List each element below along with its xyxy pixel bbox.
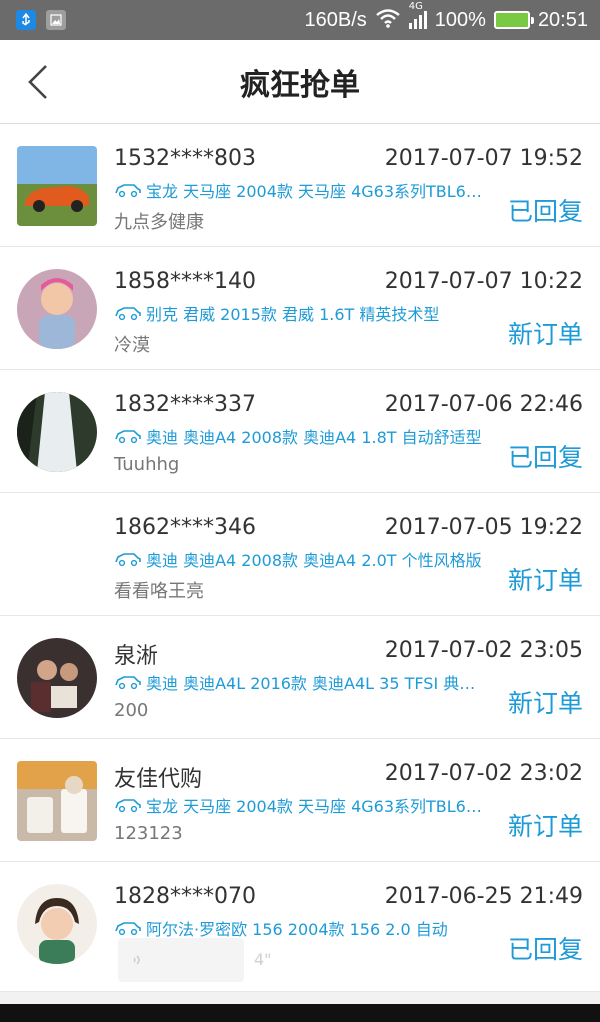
network-type: 4G xyxy=(408,1,423,12)
order-status: 新订单 xyxy=(507,812,583,841)
customer-name: 1532****803 xyxy=(114,146,256,171)
girl-avatar xyxy=(17,884,97,964)
car-icon xyxy=(115,307,141,321)
order-row[interactable]: 1862****346 2017-07-05 19:22 奥迪 奥迪A4 200… xyxy=(0,493,600,616)
voice-duration: 4" xyxy=(254,950,272,969)
waterfall-avatar xyxy=(17,392,97,472)
customer-name: 1828****070 xyxy=(114,884,256,909)
order-note: Tuuhhg xyxy=(114,454,180,475)
net-speed: 160B/s xyxy=(304,8,367,31)
order-row[interactable]: 1532****803 2017-07-07 19:52 宝龙 天马座 2004… xyxy=(0,124,600,247)
car-model: 宝龙 天马座 2004款 天马座 4G63系列TBL65... xyxy=(146,797,484,816)
customer-name: 友佳代购 xyxy=(114,767,203,792)
customer-name: 泉淅 xyxy=(114,644,159,669)
battery-icon xyxy=(493,11,534,29)
app-header: 疯狂抢单 xyxy=(0,40,600,124)
image-notification-icon xyxy=(46,10,66,30)
order-time: 2017-07-07 19:52 xyxy=(384,146,583,171)
voice-icon xyxy=(133,955,140,965)
order-status: 已回复 xyxy=(507,935,583,964)
order-status: 新订单 xyxy=(507,320,583,349)
car-model: 奥迪 奥迪A4 2008款 奥迪A4 2.0T 个性风格版 xyxy=(146,551,482,570)
order-time: 2017-07-07 10:22 xyxy=(384,269,583,294)
customer-name: 1858****140 xyxy=(114,269,256,294)
child-avatar xyxy=(17,269,97,349)
order-list: 1532****803 2017-07-07 19:52 宝龙 天马座 2004… xyxy=(0,124,600,992)
order-note: 123123 xyxy=(114,823,183,844)
coffee-photo xyxy=(17,761,97,841)
order-time: 2017-07-05 19:22 xyxy=(384,515,583,540)
order-time: 2017-07-02 23:02 xyxy=(384,761,583,786)
car-model: 阿尔法·罗密欧 156 2004款 156 2.0 自动 xyxy=(146,920,448,939)
order-row[interactable]: 1828****070 2017-06-25 21:49 阿尔法·罗密欧 156… xyxy=(0,862,600,992)
order-time: 2017-06-25 21:49 xyxy=(384,884,583,909)
car-icon xyxy=(115,799,141,813)
order-note: 200 xyxy=(114,700,149,721)
family-avatar xyxy=(17,638,97,718)
clock: 20:51 xyxy=(537,8,588,31)
car-icon xyxy=(115,676,141,690)
back-button[interactable] xyxy=(18,62,58,102)
car-model-line: 奥迪 奥迪A4L 2016款 奥迪A4L 35 TFSI 典藏... xyxy=(114,670,484,694)
car-model: 奥迪 奥迪A4 2008款 奥迪A4 1.8T 自动舒适型 xyxy=(146,428,482,447)
order-row[interactable]: 泉淅 2017-07-02 23:05 奥迪 奥迪A4L 2016款 奥迪A4L… xyxy=(0,616,600,739)
chevron-left-icon xyxy=(28,65,47,99)
car-model-line: 别克 君威 2015款 君威 1.6T 精英技术型 xyxy=(114,301,484,325)
order-row[interactable]: 友佳代购 2017-07-02 23:02 宝龙 天马座 2004款 天马座 4… xyxy=(0,739,600,862)
status-bar: 160B/s 4G 100% 20:51 xyxy=(0,0,600,40)
car-model-line: 奥迪 奥迪A4 2008款 奥迪A4 2.0T 个性风格版 xyxy=(114,547,484,571)
order-note: 九点多健康 xyxy=(114,212,204,233)
page-title: 疯狂抢单 xyxy=(240,67,360,103)
voice-message-button[interactable] xyxy=(118,938,244,982)
order-status: 新订单 xyxy=(507,566,583,595)
car-icon xyxy=(115,184,141,198)
battery-percentage: 100% xyxy=(434,8,486,31)
car-model-line: 宝龙 天马座 2004款 天马座 4G63系列TBL65... xyxy=(114,178,484,202)
car-model: 宝龙 天马座 2004款 天马座 4G63系列TBL65... xyxy=(146,182,484,201)
order-note: 看看咯王亮 xyxy=(114,581,204,602)
customer-name: 1832****337 xyxy=(114,392,256,417)
order-time: 2017-07-06 22:46 xyxy=(384,392,583,417)
wifi-icon xyxy=(375,8,401,33)
order-note: 冷漠 xyxy=(114,335,150,356)
order-row[interactable]: 1832****337 2017-07-06 22:46 奥迪 奥迪A4 200… xyxy=(0,370,600,493)
usb-icon xyxy=(16,10,36,30)
customer-name: 1862****346 xyxy=(114,515,256,540)
order-status: 已回复 xyxy=(507,197,583,226)
car-icon xyxy=(115,922,141,936)
order-time: 2017-07-02 23:05 xyxy=(384,638,583,663)
car-model: 奥迪 奥迪A4L 2016款 奥迪A4L 35 TFSI 典藏... xyxy=(146,674,484,693)
order-status: 新订单 xyxy=(507,689,583,718)
order-status: 已回复 xyxy=(507,443,583,472)
signal-icon: 4G xyxy=(408,1,427,29)
navigation-bar xyxy=(0,1004,600,1022)
car-model: 别克 君威 2015款 君威 1.6T 精英技术型 xyxy=(146,305,440,324)
car-model-line: 宝龙 天马座 2004款 天马座 4G63系列TBL65... xyxy=(114,793,484,817)
car-model-line: 阿尔法·罗密欧 156 2004款 156 2.0 自动 xyxy=(114,916,484,940)
car-icon xyxy=(115,553,141,567)
order-row[interactable]: 1858****140 2017-07-07 10:22 别克 君威 2015款… xyxy=(0,247,600,370)
car-model-line: 奥迪 奥迪A4 2008款 奥迪A4 1.8T 自动舒适型 xyxy=(114,424,484,448)
car-icon xyxy=(115,430,141,444)
car-photo xyxy=(17,146,97,226)
